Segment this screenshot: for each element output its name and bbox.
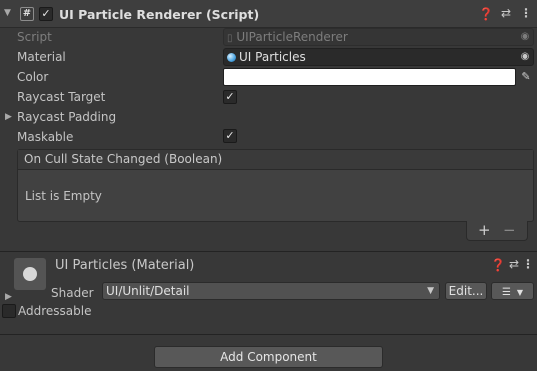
- presets-icon[interactable]: ⇄: [498, 6, 514, 20]
- script-asset-icon: ▯: [227, 33, 233, 44]
- material-preview-sphere-icon: [23, 267, 37, 281]
- material-sphere-icon: [227, 53, 236, 62]
- shader-dropdown[interactable]: UI/Unlit/Detail ▼: [102, 282, 440, 300]
- addressable-label: Addressable: [18, 304, 92, 318]
- component-enabled-checkbox[interactable]: ✓: [39, 7, 53, 21]
- event-list-header: On Cull State Changed (Boolean): [18, 150, 533, 170]
- event-list-footer: + −: [466, 221, 528, 241]
- script-label: Script: [17, 30, 52, 44]
- kebab-menu-icon[interactable]: ⋮: [518, 6, 534, 20]
- material-section-title: UI Particles (Material): [55, 258, 195, 273]
- material-value: UI Particles: [239, 50, 306, 64]
- eyedropper-icon[interactable]: ✎: [516, 68, 536, 86]
- color-swatch[interactable]: [223, 68, 516, 86]
- foldout-arrow-icon[interactable]: ▼: [4, 8, 11, 18]
- script-picker-icon: ◉: [520, 31, 530, 42]
- maskable-label: Maskable: [17, 130, 74, 144]
- material-label: Material: [17, 50, 66, 64]
- material-field[interactable]: UI Particles: [223, 48, 534, 66]
- add-component-button[interactable]: Add Component: [154, 346, 383, 368]
- shader-edit-button[interactable]: Edit...: [445, 282, 487, 300]
- help-icon[interactable]: ❓: [478, 7, 494, 21]
- material-kebab-menu-icon[interactable]: ⋮: [520, 257, 536, 271]
- addressable-checkbox[interactable]: [2, 304, 16, 318]
- raycast-padding-foldout-icon[interactable]: ▶: [5, 112, 12, 122]
- chevron-down-icon: ▼: [516, 288, 523, 297]
- event-empty-text: List is Empty: [25, 189, 102, 203]
- material-preview-thumbnail[interactable]: [14, 258, 46, 290]
- raycast-target-label: Raycast Target: [17, 90, 106, 104]
- footer-separator: [0, 334, 537, 335]
- component-separator: [0, 251, 537, 252]
- shader-options-button[interactable]: ☰ ▼: [491, 282, 534, 300]
- list-icon: ☰: [502, 287, 511, 298]
- event-list: On Cull State Changed (Boolean) List is …: [17, 149, 534, 222]
- maskable-checkbox[interactable]: ✓: [223, 129, 237, 143]
- shader-dropdown-arrow-icon: ▼: [427, 286, 434, 296]
- raycast-padding-label[interactable]: Raycast Padding: [17, 110, 116, 124]
- raycast-target-checkbox[interactable]: ✓: [223, 90, 237, 104]
- shader-value: UI/Unlit/Detail: [106, 284, 190, 298]
- material-picker-icon[interactable]: ◉: [517, 49, 533, 65]
- shader-label: Shader: [51, 286, 94, 300]
- event-add-button[interactable]: +: [478, 221, 491, 239]
- event-remove-button[interactable]: −: [503, 221, 516, 239]
- script-value: UIParticleRenderer: [236, 30, 348, 44]
- component-title: UI Particle Renderer (Script): [59, 7, 260, 22]
- color-label: Color: [17, 70, 49, 84]
- material-help-icon[interactable]: ❓: [490, 258, 506, 272]
- script-field: ▯ UIParticleRenderer: [223, 28, 534, 46]
- script-icon: #: [20, 7, 34, 21]
- material-foldout-icon[interactable]: ▶: [5, 292, 12, 302]
